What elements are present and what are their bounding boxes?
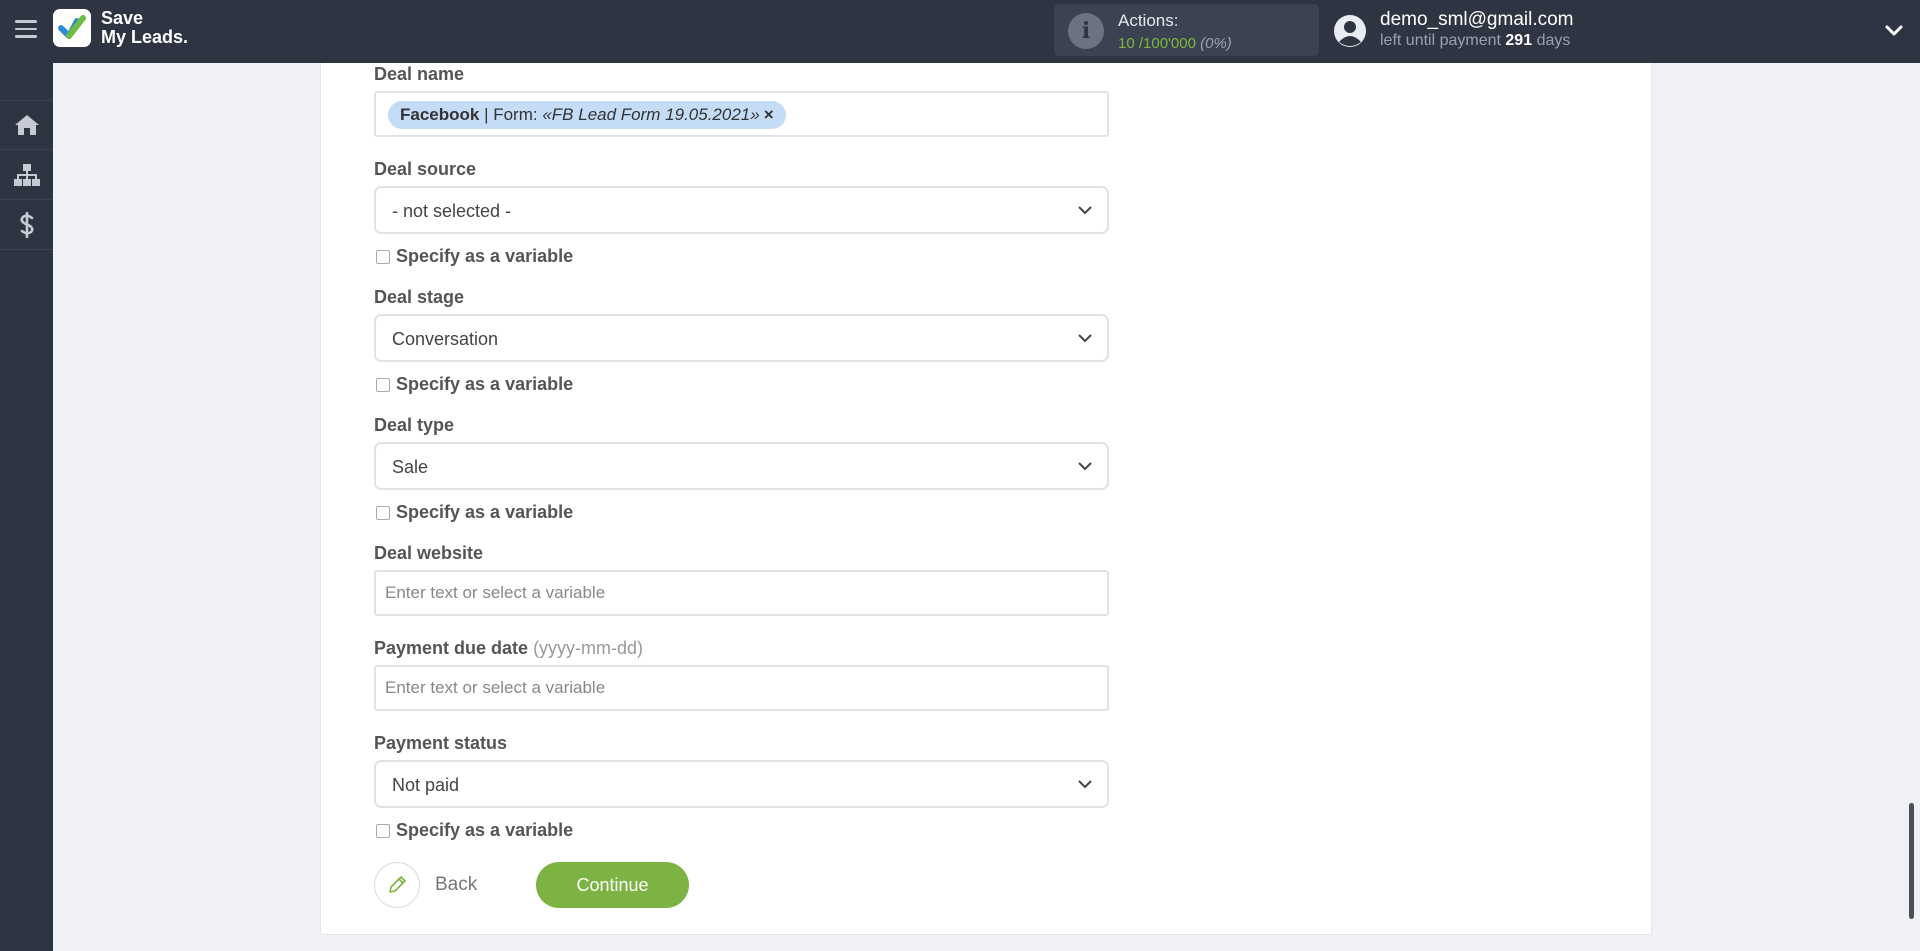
deal-stage-value: Conversation [392,329,499,349]
user-avatar-icon[interactable] [1333,14,1367,48]
deal-stage-variable-checkbox[interactable] [376,377,390,392]
specify-variable-label[interactable]: Specify as a variable [396,374,573,395]
chevron-down-icon [1078,206,1092,215]
specify-variable-label[interactable]: Specify as a variable [396,246,573,267]
menu-icon[interactable] [15,20,37,38]
back-button[interactable]: Back [374,862,477,908]
payment-status-value: Not paid [392,775,460,795]
actions-counter: i Actions: 10 /100'000 (0%) [1054,4,1319,56]
sidebar-item-billing[interactable] [0,200,53,250]
sidebar-item-home[interactable] [0,100,53,150]
chevron-down-icon[interactable] [1884,20,1904,40]
deal-type-value: Sale [392,457,429,477]
sidebar [0,63,53,951]
continue-button[interactable]: Continue [536,862,689,908]
logo-check-icon [53,9,91,47]
dollar-icon [19,211,34,238]
payment-due-date-input[interactable] [374,665,1109,711]
payment-status-select[interactable]: Not paid [374,760,1109,808]
variable-tag[interactable]: Facebook | Form: «FB Lead Form 19.05.202… [388,101,786,129]
deal-type-variable-option[interactable]: Specify as a variable [376,502,573,523]
payment-days: left until payment 291 days [1380,32,1571,49]
top-bar: Save My Leads. i Actions: 10 /100'000 (0… [0,0,1920,63]
payment-status-variable-option[interactable]: Specify as a variable [376,820,573,841]
sidebar-item-connections[interactable] [0,150,53,200]
date-format-hint: (yyyy-mm-dd) [533,638,644,658]
logo-line2: My Leads. [101,27,189,47]
info-icon: i [1068,13,1104,49]
specify-variable-label[interactable]: Specify as a variable [396,502,573,523]
scrollbar[interactable] [1909,803,1914,919]
logo[interactable]: Save My Leads. [53,9,188,47]
deal-stage-variable-option[interactable]: Specify as a variable [376,374,573,395]
user-email[interactable]: demo_sml@gmail.com [1380,9,1574,31]
deal-type-variable-checkbox[interactable] [376,505,390,520]
deal-website-input[interactable] [374,570,1109,616]
deal-name-label: Deal name [374,64,465,84]
actions-value: 10 /100'000 (0%) [1118,35,1232,52]
deal-stage-label: Deal stage [374,287,465,307]
pencil-icon [374,862,420,908]
deal-source-select[interactable]: - not selected - [374,186,1109,234]
deal-source-variable-option[interactable]: Specify as a variable [376,246,573,267]
payment-status-label: Payment status [374,733,508,753]
deal-name-field[interactable]: Facebook | Form: «FB Lead Form 19.05.202… [374,91,1109,137]
sitemap-icon [13,163,40,186]
actions-label: Actions: [1118,11,1179,30]
logo-line1: Save [101,8,144,28]
deal-website-label: Deal website [374,543,484,563]
deal-source-value: - not selected - [392,201,512,221]
remove-tag-icon[interactable]: × [764,105,774,124]
specify-variable-label[interactable]: Specify as a variable [396,820,573,841]
chevron-down-icon [1078,334,1092,343]
deal-source-variable-checkbox[interactable] [376,249,390,264]
payment-status-variable-checkbox[interactable] [376,823,390,838]
deal-stage-select[interactable]: Conversation [374,314,1109,362]
back-label: Back [435,874,478,895]
deal-source-label: Deal source [374,159,477,179]
payment-due-date-label: Payment due date (yyyy-mm-dd) [374,638,644,658]
chevron-down-icon [1078,462,1092,471]
deal-type-select[interactable]: Sale [374,442,1109,490]
deal-type-label: Deal type [374,415,455,435]
home-icon [14,115,39,135]
chevron-down-icon [1078,780,1092,789]
